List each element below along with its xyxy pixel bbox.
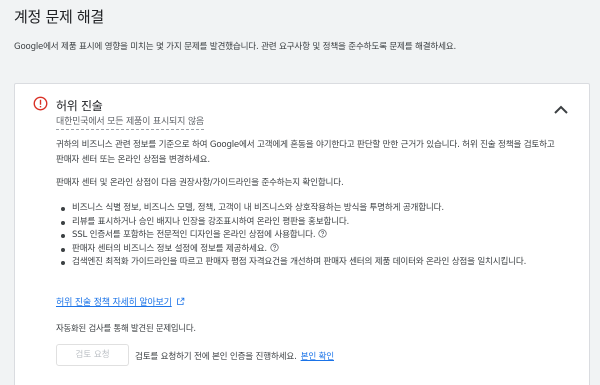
list-item: SSL 인증서를 포함하는 전문적인 디자인을 온라인 상점에 사용합니다. bbox=[56, 229, 556, 243]
page-title: 계정 문제 해결 bbox=[14, 8, 104, 26]
issue-description: 귀하의 비즈니스 관련 정보를 기준으로 하여 Google에서 고객에게 혼동… bbox=[56, 140, 555, 165]
guidelines-intro: 판매자 센터 및 온라인 상점이 다음 권장사항/가이드라인을 준수하는지 확인… bbox=[56, 178, 344, 188]
verify-identity-link[interactable]: 본인 확인 bbox=[301, 352, 335, 362]
guidelines-list: 비즈니스 식별 정보, 비즈니스 모델, 정책, 고객이 내 비즈니스와 상호작… bbox=[56, 202, 556, 270]
error-circle-icon bbox=[33, 96, 48, 111]
issue-card: 허위 진술 대한민국에서 모든 제품이 표시되지 않음 귀하의 비즈니스 관련 … bbox=[14, 83, 590, 385]
list-item: 검색엔진 최적화 가이드라인을 따르고 판매자 평점 자격요건을 개선하며 판매… bbox=[56, 256, 556, 270]
help-circle-icon[interactable] bbox=[270, 242, 279, 252]
help-circle-icon[interactable] bbox=[318, 229, 328, 238]
list-item: 판매자 센터의 비즈니스 정보 설정에 정보를 제공하세요. bbox=[56, 242, 556, 257]
chevron-up-icon[interactable] bbox=[551, 102, 571, 118]
list-item: 리뷰를 표시하거나 승인 배지나 인장을 강조표시하여 온라인 평판을 홍보합니… bbox=[56, 216, 556, 230]
issue-subtitle[interactable]: 대한민국에서 모든 제품이 표시되지 않음 bbox=[56, 114, 204, 130]
request-review-button[interactable]: 검토 요청 bbox=[56, 344, 129, 366]
list-item: 비즈니스 식별 정보, 비즈니스 모델, 정책, 고객이 내 비즈니스와 상호작… bbox=[56, 202, 556, 216]
page-description: Google에서 제품 표시에 영향을 미치는 몇 가지 문제를 발견했습니다.… bbox=[14, 42, 457, 52]
learn-more-link[interactable]: 허위 진술 정책 자세히 알아보기 bbox=[56, 295, 185, 308]
issue-title: 허위 진술 bbox=[56, 99, 103, 113]
verify-message: 검토를 요청하기 전에 본인 인증을 진행하세요. 본인 확인 bbox=[135, 352, 335, 362]
automated-check-note: 자동화된 검사를 통해 발견된 문제입니다. bbox=[56, 323, 196, 333]
open-in-new-icon bbox=[176, 297, 184, 305]
